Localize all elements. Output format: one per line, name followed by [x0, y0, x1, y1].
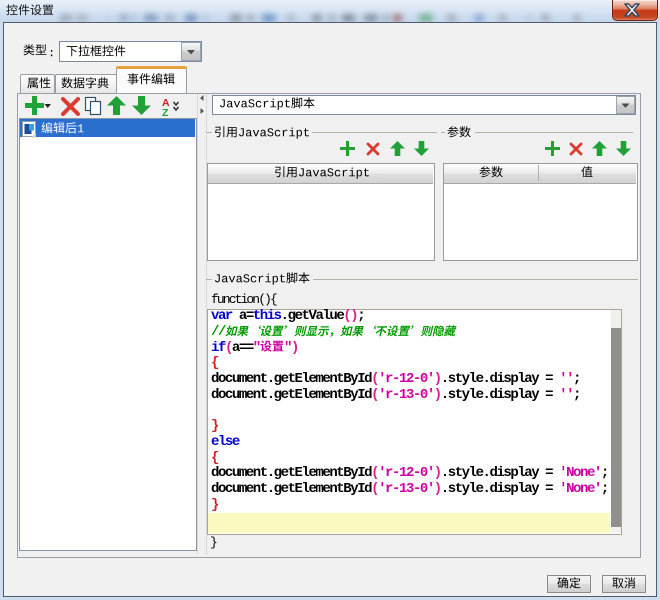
svg-text:Z: Z [162, 107, 169, 116]
